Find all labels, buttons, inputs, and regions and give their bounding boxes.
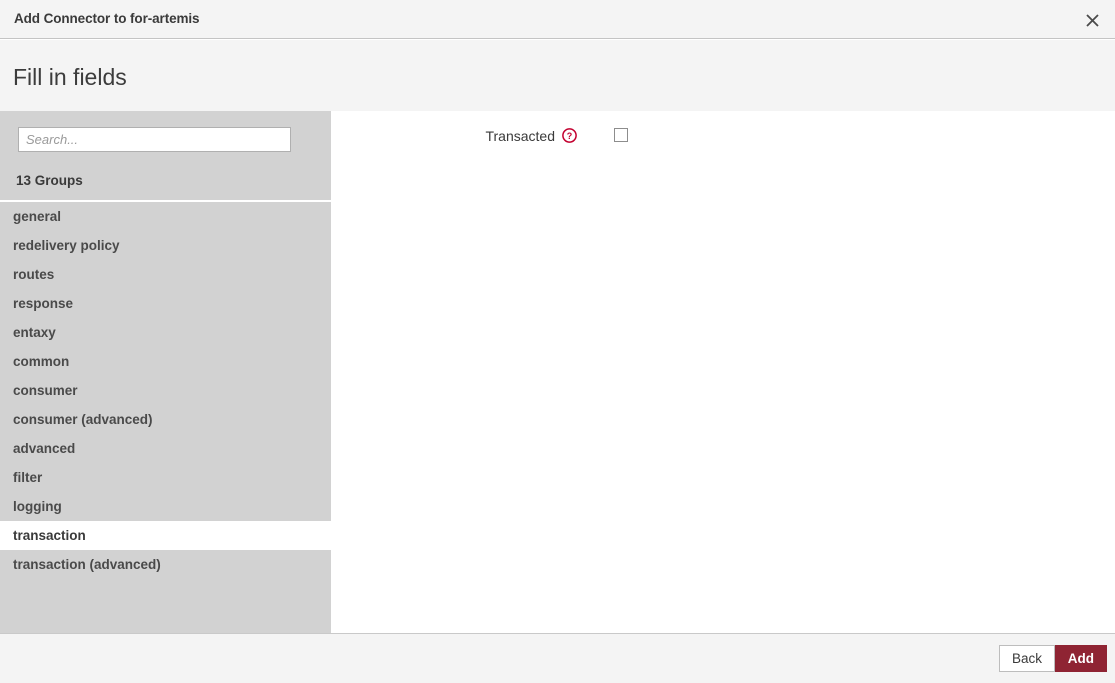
group-item-advanced[interactable]: advanced: [0, 434, 331, 463]
dialog-footer: Back Add: [0, 633, 1115, 683]
groups-count-label: 13 Groups: [16, 173, 83, 188]
dialog-header: Fill in fields: [0, 40, 1115, 111]
transacted-checkbox[interactable]: [614, 128, 628, 142]
add-connector-dialog: Add Connector to for-artemis Fill in fie…: [0, 0, 1115, 683]
group-item-label: advanced: [13, 441, 76, 456]
svg-text:?: ?: [567, 131, 573, 141]
group-item-label: response: [13, 296, 74, 311]
group-item-label: consumer: [13, 383, 78, 398]
group-item-redelivery-policy[interactable]: redelivery policy: [0, 231, 331, 260]
group-item-label: common: [13, 354, 70, 369]
search-input[interactable]: [18, 127, 291, 152]
dialog-body: 13 Groups general redelivery policy rout…: [0, 111, 1115, 633]
search-section: 13 Groups: [0, 111, 331, 202]
group-item-label: general: [13, 209, 62, 224]
field-row-transacted: Transacted ?: [331, 125, 1115, 149]
group-item-response[interactable]: response: [0, 289, 331, 318]
close-icon[interactable]: [1077, 5, 1107, 35]
group-item-routes[interactable]: routes: [0, 260, 331, 289]
back-button[interactable]: Back: [998, 645, 1055, 672]
help-circle-icon[interactable]: ?: [562, 128, 577, 143]
dialog-titlebar: Add Connector to for-artemis: [0, 0, 1115, 39]
group-item-label: logging: [13, 499, 62, 514]
group-item-transaction-advanced[interactable]: transaction (advanced): [0, 550, 331, 579]
group-item-label: entaxy: [13, 325, 56, 340]
group-item-label: transaction (advanced): [13, 557, 161, 572]
group-item-common[interactable]: common: [0, 347, 331, 376]
group-item-consumer[interactable]: consumer: [0, 376, 331, 405]
group-item-consumer-advanced[interactable]: consumer (advanced): [0, 405, 331, 434]
page-title: Fill in fields: [13, 64, 127, 90]
group-item-general[interactable]: general: [0, 202, 331, 231]
field-label-transacted: Transacted: [485, 128, 555, 144]
group-item-label: consumer (advanced): [13, 412, 153, 427]
group-item-entaxy[interactable]: entaxy: [0, 318, 331, 347]
group-item-label: routes: [13, 267, 55, 282]
group-item-logging[interactable]: logging: [0, 492, 331, 521]
group-item-label: redelivery policy: [13, 238, 120, 253]
add-button[interactable]: Add: [1054, 645, 1107, 672]
group-item-label: transaction: [13, 528, 86, 543]
group-item-filter[interactable]: filter: [0, 463, 331, 492]
group-item-label: filter: [13, 470, 43, 485]
fields-panel: Transacted ?: [331, 111, 1115, 633]
dialog-title: Add Connector to for-artemis: [14, 11, 200, 26]
